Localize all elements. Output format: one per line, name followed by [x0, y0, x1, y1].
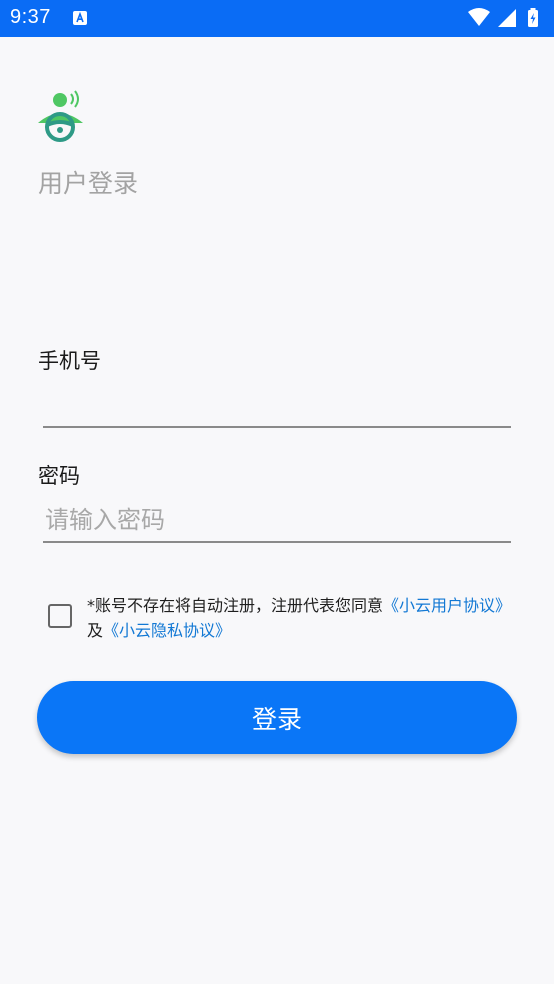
agreement-checkbox[interactable]: [48, 604, 72, 628]
privacy-policy-link[interactable]: 《小云隐私协议》: [103, 621, 231, 640]
wifi-icon: [468, 8, 490, 26]
status-time: 9:37: [10, 6, 51, 28]
driver-steering-wheel-logo: [35, 90, 87, 146]
agreement-joiner: 及: [87, 621, 104, 640]
password-label: 密码: [38, 464, 80, 488]
phone-label: 手机号: [38, 349, 101, 373]
agreement-text: *账号不存在将自动注册，注册代表您同意《小云用户协议》及《小云隐私协议》: [87, 593, 515, 643]
phone-input[interactable]: [43, 384, 511, 428]
battery-charging-icon: [528, 8, 538, 27]
status-icons: [466, 7, 544, 29]
user-agreement-link[interactable]: 《小云用户协议》: [383, 596, 511, 615]
agreement-notice: *账号不存在将自动注册，注册代表您同意: [87, 596, 384, 615]
app-notification-icon: [72, 10, 88, 26]
cell-signal-icon: [498, 9, 516, 27]
status-bar: 9:37: [0, 0, 554, 37]
page-title: 用户登录: [38, 169, 139, 198]
login-button[interactable]: 登录: [37, 681, 517, 754]
password-input[interactable]: [43, 499, 511, 543]
